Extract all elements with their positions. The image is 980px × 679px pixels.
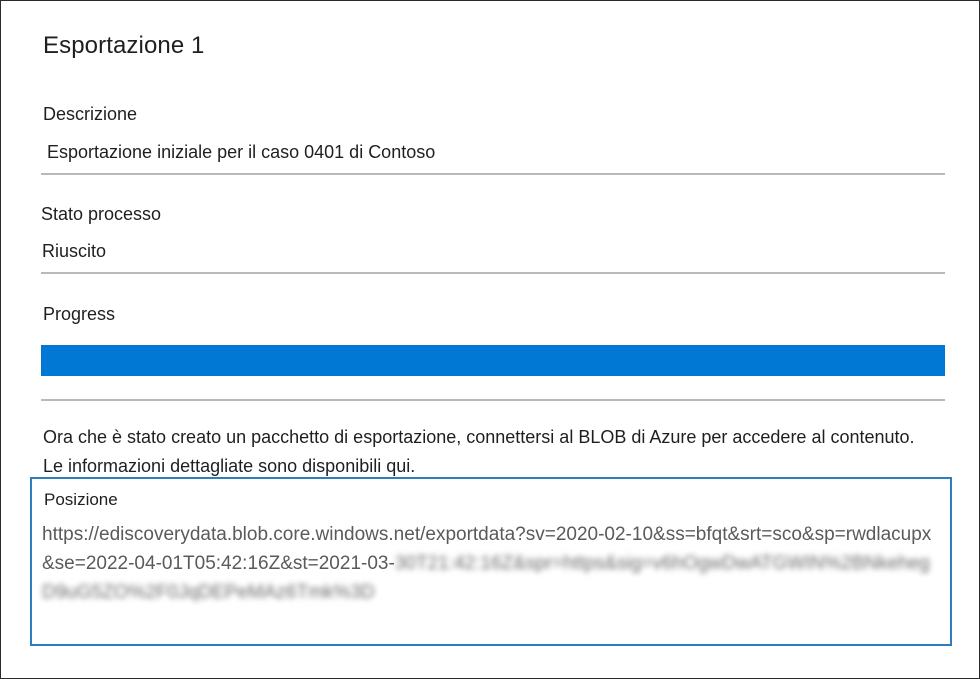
export-details-panel: Esportazione 1 Descrizione Esportazione … [0, 0, 980, 679]
divider [41, 272, 945, 274]
status-label: Stato processo [41, 204, 162, 224]
location-field[interactable]: Posizione https://ediscoverydata.blob.co… [30, 477, 952, 646]
export-title: Esportazione 1 [43, 32, 205, 59]
progress-bar [41, 345, 945, 376]
description-label: Descrizione [43, 104, 138, 124]
progress-label: Progress [43, 304, 116, 324]
status-value: Riuscito [42, 241, 107, 261]
divider [41, 173, 945, 175]
progress-bar-fill [41, 345, 945, 376]
info-text: Ora che è stato creato un pacchetto di e… [43, 427, 915, 476]
location-url[interactable]: https://ediscoverydata.blob.core.windows… [42, 520, 942, 607]
location-label: Posizione [44, 490, 118, 509]
description-value: Esportazione iniziale per il caso 0401 d… [47, 142, 436, 162]
divider [41, 399, 945, 401]
